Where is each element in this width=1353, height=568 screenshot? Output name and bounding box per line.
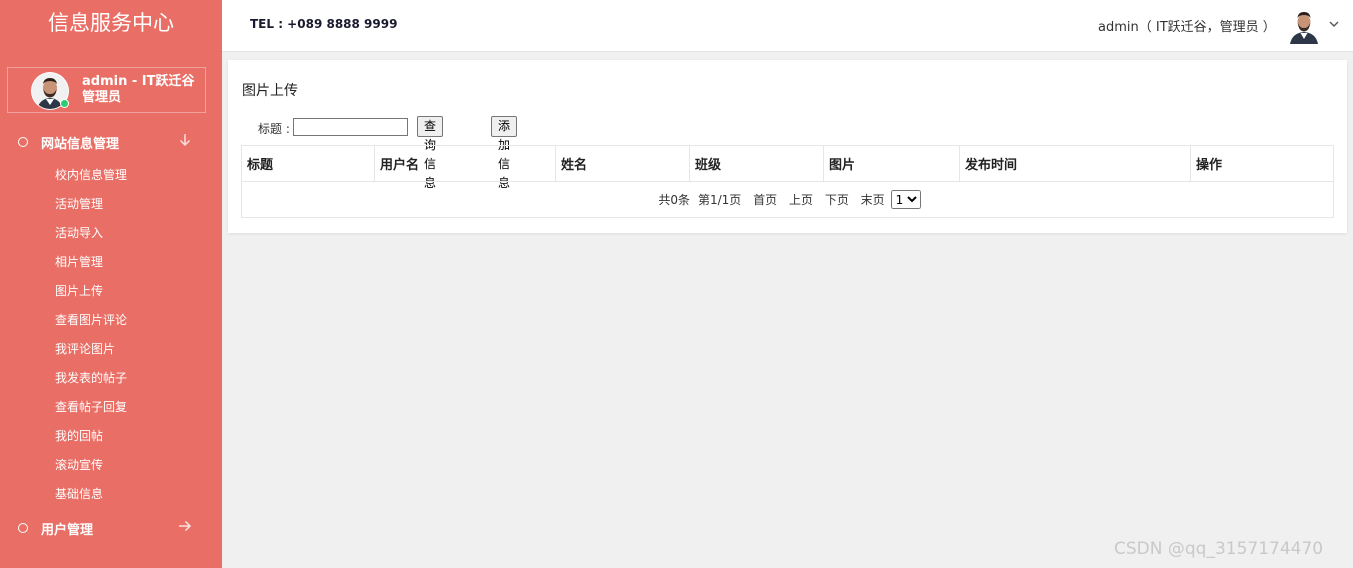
page-title: 图片上传 (242, 83, 298, 99)
watermark: CSDN @qq_3157174470 (1114, 539, 1324, 559)
sidebar-item-photo-comments[interactable]: 查看图片评论 (55, 311, 127, 328)
online-status-dot (60, 99, 69, 108)
menu-group-label: 用户管理 (41, 523, 94, 538)
sidebar: 信息服务中心 admin - IT跃迁谷管理员 网站信息管理 校内信息管理 活动… (0, 0, 222, 568)
pager-row: 共0条 第1/1页 首页 上页 下页 末页 1 (241, 181, 1334, 218)
circle-icon (18, 137, 28, 147)
pager-page: 第1/1页 (697, 192, 742, 207)
column-header-image[interactable]: 图片 (823, 145, 960, 182)
pagination: 共0条 第1/1页 首页 上页 下页 末页 1 (241, 181, 1334, 218)
circle-icon (18, 523, 28, 533)
add-button[interactable]: 添加信息 (491, 116, 518, 190)
column-header-actions[interactable]: 操作 (1190, 145, 1334, 182)
column-header-class[interactable]: 班级 (689, 145, 824, 182)
sidebar-item-campus-info[interactable]: 校内信息管理 (55, 166, 127, 183)
brand-title: 信息服务中心 (48, 11, 174, 35)
arrow-right-icon (179, 520, 192, 532)
content-panel: 图片上传 标题 : 查询信息 添加信息 标题 用户名 姓名 班级 图片 发布时间… (228, 60, 1347, 233)
column-header-username[interactable]: 用户名 (374, 145, 556, 182)
sidebar-item-my-photo-comments[interactable]: 我评论图片 (55, 340, 115, 357)
menu-group-site-info[interactable]: 网站信息管理 (0, 128, 222, 156)
sidebar-item-my-replies[interactable]: 我的回帖 (55, 427, 103, 444)
sidebar-item-basic-info[interactable]: 基础信息 (55, 485, 103, 502)
pager-next-link[interactable]: 下页 (825, 193, 849, 207)
sidebar-item-activity[interactable]: 活动管理 (55, 195, 103, 212)
telephone-text: TEL : +089 8888 9999 (250, 17, 398, 31)
pager-last-link[interactable]: 末页 (861, 193, 885, 207)
sidebar-item-scroll-promo[interactable]: 滚动宣传 (55, 456, 103, 473)
sidebar-item-my-posts[interactable]: 我发表的帖子 (55, 369, 127, 386)
menu-group-user-manage[interactable]: 用户管理 (0, 514, 222, 542)
title-search-input[interactable] (293, 118, 408, 136)
avatar (31, 72, 69, 110)
query-button[interactable]: 查询信息 (417, 116, 444, 190)
sidebar-item-photo-manage[interactable]: 相片管理 (55, 253, 103, 270)
data-table: 标题 用户名 姓名 班级 图片 发布时间 操作 共0条 第1/1页 首页 上页 下… (241, 145, 1334, 218)
user-avatar-icon (1290, 12, 1318, 44)
column-header-title[interactable]: 标题 (241, 145, 375, 182)
arrow-down-icon (179, 134, 191, 147)
page-select[interactable]: 1 (890, 190, 921, 209)
sidebar-item-photo-upload[interactable]: 图片上传 (55, 282, 103, 299)
chevron-down-icon[interactable] (1328, 18, 1340, 30)
top-header: TEL : +089 8888 9999 admin（ IT跃迁谷，管理员 ） (222, 0, 1353, 52)
header-avatar[interactable] (1288, 8, 1320, 44)
sidebar-item-activity-import[interactable]: 活动导入 (55, 224, 103, 241)
pager-first-link[interactable]: 首页 (753, 193, 777, 207)
pager-total: 共0条 (658, 192, 690, 207)
title-label: 标题 : (258, 122, 290, 136)
sidebar-user-name: admin - IT跃迁谷管理员 (82, 74, 195, 105)
sidebar-item-post-replies[interactable]: 查看帖子回复 (55, 398, 127, 415)
menu-group-label: 网站信息管理 (41, 137, 120, 152)
table-header-row: 标题 用户名 姓名 班级 图片 发布时间 操作 (241, 145, 1334, 182)
pager-prev-link[interactable]: 上页 (789, 193, 813, 207)
header-user-name[interactable]: admin（ IT跃迁谷，管理员 ） (1098, 16, 1276, 35)
column-header-name[interactable]: 姓名 (555, 145, 690, 182)
column-header-publish-time[interactable]: 发布时间 (959, 145, 1191, 182)
user-card[interactable]: admin - IT跃迁谷管理员 (7, 67, 206, 113)
